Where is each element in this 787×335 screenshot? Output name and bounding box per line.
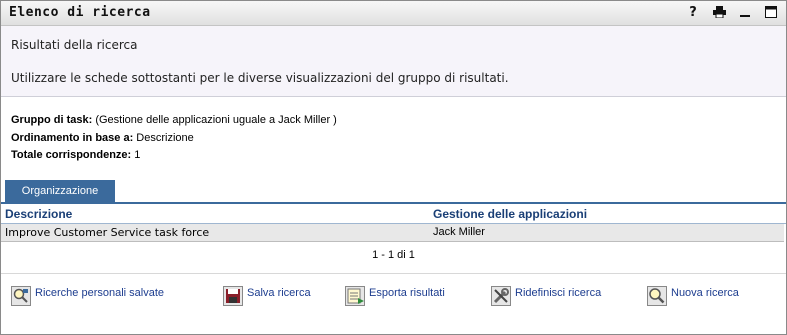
task-group-value: (Gestione delle applicazioni uguale a Ja… xyxy=(92,114,337,126)
cell-descrizione: Improve Customer Service task force xyxy=(5,226,210,239)
total-line: Totale corrispondenze: 1 xyxy=(11,147,337,165)
save-search-button[interactable]: Salva ricerca xyxy=(223,284,311,306)
tab-underline xyxy=(1,202,786,204)
total-label: Totale corrispondenze: xyxy=(11,149,132,161)
cell-gestione: Jack Miller xyxy=(433,226,485,238)
order-line: Ordinamento in base a: Descrizione xyxy=(11,130,337,148)
search-list-portlet: Elenco di ricerca ? Risultati della rice… xyxy=(0,0,787,335)
results-header: Risultati della ricerca Utilizzare le sc… xyxy=(1,26,786,97)
column-header-descrizione[interactable]: Descrizione xyxy=(5,207,72,221)
column-header-gestione[interactable]: Gestione delle applicazioni xyxy=(433,207,587,221)
pagination: 1 - 1 di 1 xyxy=(372,249,415,261)
results-instructions: Utilizzare le schede sottostanti per le … xyxy=(11,71,509,85)
save-icon xyxy=(223,286,243,306)
save-search-label: Salva ricerca xyxy=(247,287,311,299)
export-icon xyxy=(345,286,365,306)
results-subtitle: Risultati della ricerca xyxy=(11,38,138,52)
saved-searches-label: Ricerche personali salvate xyxy=(35,287,165,299)
order-label: Ordinamento in base a: xyxy=(11,131,134,144)
print-icon[interactable] xyxy=(712,5,726,19)
refine-search-button[interactable]: Ridefinisci ricerca xyxy=(491,284,601,306)
action-bar: Ricerche personali salvate Salva ricerca… xyxy=(1,284,786,310)
task-group-line: Gruppo di task: (Gestione delle applicaz… xyxy=(11,112,337,130)
refine-search-label: Ridefinisci ricerca xyxy=(515,287,602,299)
help-icon[interactable]: ? xyxy=(686,5,700,20)
total-value: 1 xyxy=(131,149,141,161)
search-summary: Gruppo di task: (Gestione delle applicaz… xyxy=(11,112,337,165)
divider xyxy=(1,273,786,274)
minimize-icon[interactable] xyxy=(738,5,752,19)
table-header: Descrizione Gestione delle applicazioni xyxy=(1,205,786,224)
table-row[interactable]: Improve Customer Service task force Jack… xyxy=(1,224,784,242)
new-search-label: Nuova ricerca xyxy=(671,287,739,299)
portlet-title: Elenco di ricerca xyxy=(9,5,151,20)
export-results-button[interactable]: Esporta risultati xyxy=(345,284,445,306)
tab-organizzazione[interactable]: Organizzazione xyxy=(5,180,115,202)
export-results-label: Esporta risultati xyxy=(369,287,445,299)
new-search-button[interactable]: Nuova ricerca xyxy=(647,284,739,306)
refine-search-icon xyxy=(491,286,511,306)
portlet-titlebar: Elenco di ricerca ? xyxy=(1,1,786,26)
maximize-icon[interactable] xyxy=(764,5,778,19)
saved-searches-button[interactable]: Ricerche personali salvate xyxy=(11,284,164,306)
saved-searches-icon xyxy=(11,286,31,306)
titlebar-controls: ? xyxy=(686,5,778,20)
order-value: Descrizione xyxy=(133,131,194,144)
task-group-label: Gruppo di task: xyxy=(11,114,93,126)
new-search-icon xyxy=(647,286,667,306)
